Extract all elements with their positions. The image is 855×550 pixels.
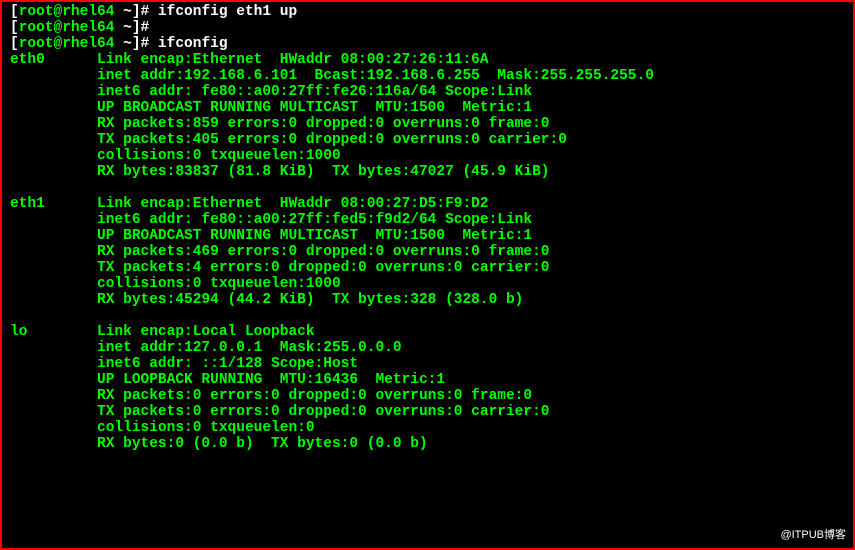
output-eth1-0: eth1 Link encap:Ethernet HWaddr 08:00:27… (10, 196, 845, 212)
prompt-line-0[interactable]: [root@rhel64 ~]# ifconfig eth1 up (10, 4, 845, 20)
user-host: root@rhel64 (19, 4, 115, 20)
output-eth0-0: eth0 Link encap:Ethernet HWaddr 08:00:27… (10, 52, 845, 68)
output-eth1-2: UP BROADCAST RUNNING MULTICAST MTU:1500 … (10, 228, 845, 244)
output-eth0-7: RX bytes:83837 (81.8 KiB) TX bytes:47027… (10, 164, 845, 180)
output-eth1-1: inet6 addr: fe80::a00:27ff:fed5:f9d2/64 … (10, 212, 845, 228)
output-lo-1: inet addr:127.0.0.1 Mask:255.0.0.0 (10, 340, 845, 356)
output-eth0-3: UP BROADCAST RUNNING MULTICAST MTU:1500 … (10, 100, 845, 116)
output-eth0-1: inet addr:192.168.6.101 Bcast:192.168.6.… (10, 68, 845, 84)
blank-line (10, 180, 845, 196)
bracket-open: [ (10, 4, 19, 20)
output-eth1-5: collisions:0 txqueuelen:1000 (10, 276, 845, 292)
user-host: root@rhel64 (19, 36, 115, 52)
output-lo-6: collisions:0 txqueuelen:0 (10, 420, 845, 436)
blank-line (10, 308, 845, 324)
prompt-line-1[interactable]: [root@rhel64 ~]# (10, 20, 845, 36)
output-eth0-2: inet6 addr: fe80::a00:27ff:fe26:116a/64 … (10, 84, 845, 100)
watermark: @ITPUB博客 (777, 526, 849, 544)
output-eth0-4: RX packets:859 errors:0 dropped:0 overru… (10, 116, 845, 132)
user-host: root@rhel64 (19, 20, 115, 36)
command-0: ifconfig eth1 up (149, 4, 297, 20)
prompt-line-2[interactable]: [root@rhel64 ~]# ifconfig (10, 36, 845, 52)
output-lo-4: RX packets:0 errors:0 dropped:0 overruns… (10, 388, 845, 404)
output-lo-2: inet6 addr: ::1/128 Scope:Host (10, 356, 845, 372)
output-lo-0: lo Link encap:Local Loopback (10, 324, 845, 340)
output-eth0-5: TX packets:405 errors:0 dropped:0 overru… (10, 132, 845, 148)
output-eth1-4: TX packets:4 errors:0 dropped:0 overruns… (10, 260, 845, 276)
cwd: ~ (123, 36, 132, 52)
bracket-open: [ (10, 20, 19, 36)
cwd: ~ (123, 20, 132, 36)
bracket-close: ]# (132, 4, 149, 20)
command-2: ifconfig (149, 36, 227, 52)
output-lo-5: TX packets:0 errors:0 dropped:0 overruns… (10, 404, 845, 420)
bracket-close: ]# (132, 20, 149, 36)
bracket-close: ]# (132, 36, 149, 52)
bracket-open: [ (10, 36, 19, 52)
output-lo-3: UP LOOPBACK RUNNING MTU:16436 Metric:1 (10, 372, 845, 388)
output-eth1-3: RX packets:469 errors:0 dropped:0 overru… (10, 244, 845, 260)
output-eth1-6: RX bytes:45294 (44.2 KiB) TX bytes:328 (… (10, 292, 845, 308)
cwd: ~ (123, 4, 132, 20)
output-lo-7: RX bytes:0 (0.0 b) TX bytes:0 (0.0 b) (10, 436, 845, 452)
command-1 (149, 20, 158, 36)
output-eth0-6: collisions:0 txqueuelen:1000 (10, 148, 845, 164)
